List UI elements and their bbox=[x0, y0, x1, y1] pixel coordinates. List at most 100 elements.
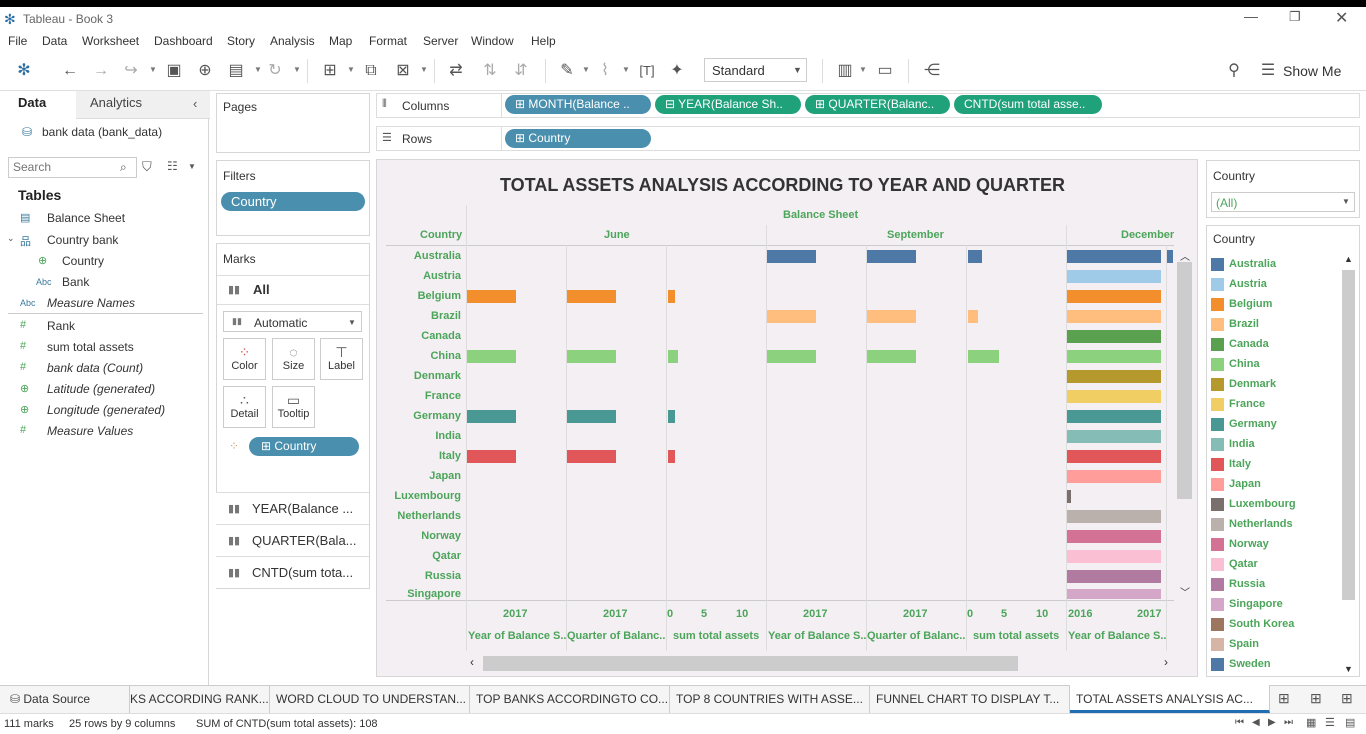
chevron-down-icon[interactable]: ▼ bbox=[254, 65, 262, 74]
tab-data[interactable]: Data bbox=[18, 95, 46, 110]
column-pill-month[interactable]: ⊞ MONTH(Balance .. bbox=[505, 95, 651, 114]
menu-data[interactable]: Data bbox=[42, 34, 67, 48]
legend-item[interactable]: Russia bbox=[1211, 576, 1265, 592]
filmstrip-view-icon[interactable]: ▤ bbox=[1345, 716, 1355, 729]
marks-pill-country[interactable]: ⊞ Country bbox=[249, 437, 359, 456]
field-country-bank[interactable]: Country bank bbox=[47, 233, 118, 247]
bar-sept-quarter-australia[interactable] bbox=[867, 250, 916, 263]
scroll-down-icon[interactable]: ﹀ bbox=[1180, 584, 1190, 599]
chevron-down-icon[interactable]: ▼ bbox=[859, 65, 867, 74]
sheet-tab[interactable]: WORD CLOUD TO UNDERSTAN... bbox=[270, 685, 470, 713]
legend-item[interactable]: Singapore bbox=[1211, 596, 1283, 612]
marks-card-quarter[interactable]: ▮▮ QUARTER(Bala... bbox=[216, 524, 369, 556]
collapse-icon[interactable]: ‹ bbox=[193, 96, 197, 111]
swap-icon[interactable]: ⇄ bbox=[446, 61, 466, 81]
menu-story[interactable]: Story bbox=[227, 34, 255, 48]
bar-dec-luxembourg[interactable] bbox=[1067, 490, 1071, 503]
field-bank[interactable]: Bank bbox=[62, 275, 89, 289]
menu-file[interactable]: File bbox=[8, 34, 27, 48]
sheet-tab[interactable]: FUNNEL CHART TO DISPLAY T... bbox=[870, 685, 1070, 713]
filter-pill-country[interactable]: Country bbox=[221, 192, 365, 211]
menu-server[interactable]: Server bbox=[423, 34, 458, 48]
legend-item[interactable]: France bbox=[1211, 396, 1265, 412]
chevron-down-icon[interactable]: ▼ bbox=[420, 65, 428, 74]
vertical-scrollbar[interactable] bbox=[1177, 262, 1192, 499]
scroll-up-icon[interactable]: ︿ bbox=[1180, 248, 1190, 263]
bar-june-year-italy[interactable] bbox=[467, 450, 516, 463]
chevron-down-icon[interactable]: ▼ bbox=[347, 65, 355, 74]
bar-dec-china[interactable] bbox=[1067, 350, 1161, 363]
replay-icon[interactable]: ↪ bbox=[121, 61, 141, 81]
bar-dec-india[interactable] bbox=[1067, 430, 1161, 443]
column-pill-year[interactable]: ⊟ YEAR(Balance Sh.. bbox=[655, 95, 801, 114]
chevron-down-icon[interactable]: ▼ bbox=[293, 65, 301, 74]
legend-item[interactable]: Spain bbox=[1211, 636, 1259, 652]
sheet-tab[interactable]: KS ACCORDING RANK... bbox=[130, 685, 270, 713]
bar-dec-belgium[interactable] bbox=[1067, 290, 1161, 303]
column-pill-cntd[interactable]: CNTD(sum total asse.. bbox=[954, 95, 1102, 114]
bar-june-year-belgium[interactable] bbox=[467, 290, 516, 303]
new-worksheet-icon[interactable]: ⊞ bbox=[1278, 690, 1290, 707]
close-icon[interactable]: ✕ bbox=[1335, 8, 1348, 28]
format-icon[interactable]: ⚲ bbox=[1224, 61, 1244, 81]
menu-dashboard[interactable]: Dashboard bbox=[154, 34, 213, 48]
bar-sum-total-assets[interactable] bbox=[968, 310, 978, 323]
view-options-icon[interactable]: ☷ bbox=[167, 159, 178, 173]
legend-item[interactable]: Australia bbox=[1211, 256, 1276, 272]
presentation-icon[interactable]: ▭ bbox=[875, 61, 895, 81]
legend-item[interactable]: Netherlands bbox=[1211, 516, 1293, 532]
sheet-tab-active[interactable]: TOTAL ASSETS ANALYSIS AC... bbox=[1070, 685, 1270, 713]
bar-sum-total-assets[interactable] bbox=[668, 410, 675, 423]
field-country[interactable]: Country bbox=[62, 254, 104, 268]
new-worksheet-icon[interactable]: ⊞ bbox=[320, 61, 340, 81]
bar-dec-brazil[interactable] bbox=[1067, 310, 1161, 323]
field-latitude[interactable]: Latitude (generated) bbox=[47, 382, 155, 396]
row-pill-country[interactable]: ⊞ Country bbox=[505, 129, 651, 148]
next-page-icon[interactable]: ▶ bbox=[1268, 717, 1276, 728]
menu-map[interactable]: Map bbox=[329, 34, 352, 48]
pin-icon[interactable]: ✦ bbox=[667, 61, 687, 81]
legend-item[interactable]: Canada bbox=[1211, 336, 1269, 352]
undo-icon[interactable]: ← bbox=[60, 61, 80, 81]
bar-dec-qatar[interactable] bbox=[1067, 550, 1161, 563]
prev-page-icon[interactable]: ◀ bbox=[1252, 717, 1260, 728]
clear-sheet-icon[interactable]: ⊠ bbox=[393, 61, 413, 81]
legend-item[interactable]: Brazil bbox=[1211, 316, 1259, 332]
tab-data-source[interactable]: ⛁ Data Source bbox=[0, 685, 130, 713]
menu-format[interactable]: Format bbox=[369, 34, 407, 48]
legend-scrollbar[interactable] bbox=[1342, 270, 1355, 600]
scroll-up-icon[interactable]: ▲ bbox=[1344, 254, 1353, 264]
bar-june-year-germany[interactable] bbox=[467, 410, 516, 423]
show-me-icon[interactable]: ☰ bbox=[1258, 61, 1278, 81]
bar-dec-russia[interactable] bbox=[1067, 570, 1161, 583]
legend-item[interactable]: Austria bbox=[1211, 276, 1267, 292]
legend-item[interactable]: Denmark bbox=[1211, 376, 1276, 392]
tab-analytics[interactable]: Analytics bbox=[90, 95, 142, 110]
grid-view-icon[interactable]: ▦ bbox=[1306, 716, 1316, 729]
legend-item[interactable]: Luxembourg bbox=[1211, 496, 1296, 512]
marks-card-year[interactable]: ▮▮ YEAR(Balance ... bbox=[216, 492, 369, 524]
legend-item[interactable]: Qatar bbox=[1211, 556, 1258, 572]
field-balance-sheet[interactable]: Balance Sheet bbox=[47, 211, 125, 225]
bar-dec-netherlands[interactable] bbox=[1067, 510, 1161, 523]
bar-dec-france[interactable] bbox=[1067, 390, 1161, 403]
tooltip-button[interactable]: ▭ Tooltip bbox=[272, 386, 315, 428]
label-button[interactable]: ⊤ Label bbox=[320, 338, 363, 380]
legend-item[interactable]: Belgium bbox=[1211, 296, 1272, 312]
first-page-icon[interactable]: ⏮ bbox=[1235, 717, 1244, 728]
bar-sept-quarter-china[interactable] bbox=[867, 350, 916, 363]
bar-june-year-china[interactable] bbox=[467, 350, 516, 363]
expand-chevron-icon[interactable]: ⌄ bbox=[7, 233, 15, 244]
new-datasource-icon[interactable]: ⊕ bbox=[195, 61, 215, 81]
bar-dec-austria[interactable] bbox=[1067, 270, 1161, 283]
field-sum-total-assets[interactable]: sum total assets bbox=[47, 340, 134, 354]
redo-icon[interactable]: → bbox=[91, 61, 111, 81]
bar-sept-year-australia[interactable] bbox=[767, 250, 816, 263]
fit-select[interactable]: Standard ▼ bbox=[704, 58, 807, 82]
field-measure-names[interactable]: Measure Names bbox=[47, 296, 135, 310]
show-me-button[interactable]: Show Me bbox=[1283, 63, 1341, 79]
bar-sum-total-assets[interactable] bbox=[668, 450, 675, 463]
minimize-icon[interactable]: — bbox=[1244, 8, 1258, 24]
show-cards-icon[interactable]: ▥ bbox=[835, 61, 855, 81]
chevron-down-icon[interactable]: ▼ bbox=[582, 65, 590, 74]
